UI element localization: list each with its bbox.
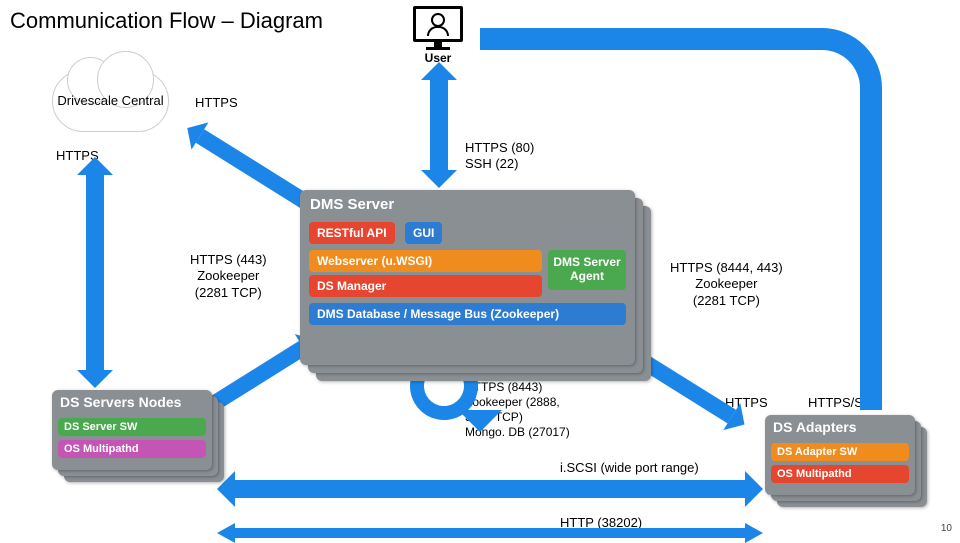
arrow-http-bottom bbox=[235, 528, 745, 538]
cloud-label: Drivescale Central bbox=[57, 93, 163, 109]
ds-nodes-title: DS Servers Nodes bbox=[52, 390, 212, 414]
dms-rest: RESTful API bbox=[309, 222, 395, 244]
arrow-cloud-nodes bbox=[86, 175, 104, 370]
arrow-user-dms bbox=[430, 80, 448, 170]
user-icon: User bbox=[413, 6, 463, 65]
drivescale-cloud: Drivescale Central bbox=[52, 70, 169, 132]
ds-adapters-stack: DS Adapters DS Adapter SW OS Multipathd bbox=[765, 415, 915, 495]
dms-gui: GUI bbox=[405, 222, 442, 244]
ds-adapters-title: DS Adapters bbox=[765, 415, 915, 439]
dms-mgr: DS Manager bbox=[309, 275, 542, 297]
arrow-cloud-dms bbox=[196, 129, 315, 211]
page-title: Communication Flow – Diagram bbox=[10, 8, 323, 34]
ds-nodes-mp: OS Multipathd bbox=[58, 440, 206, 458]
ds-adapters-mp: OS Multipathd bbox=[771, 465, 909, 483]
ds-adapters-sw: DS Adapter SW bbox=[771, 443, 909, 461]
page-number: 10 bbox=[941, 523, 952, 534]
arrow-iscsi bbox=[235, 480, 745, 498]
ds-nodes-stack: DS Servers Nodes DS Server SW OS Multipa… bbox=[52, 390, 212, 470]
dms-web: Webserver (u.WSGI) bbox=[309, 250, 542, 272]
dms-db: DMS Database / Message Bus (Zookeeper) bbox=[309, 303, 626, 325]
dms-agent: DMS Server Agent bbox=[548, 250, 626, 290]
dms-title: DMS Server bbox=[300, 190, 635, 219]
ds-nodes-sw: DS Server SW bbox=[58, 418, 206, 436]
label-left-link: HTTPS (443) Zookeeper (2281 TCP) bbox=[190, 252, 267, 301]
label-iscsi: i.SCSI (wide port range) bbox=[560, 460, 699, 476]
label-https-cloud: HTTPS bbox=[195, 95, 238, 111]
dms-server-stack: DMS Server RESTful API GUI Webserver (u.… bbox=[300, 190, 635, 365]
